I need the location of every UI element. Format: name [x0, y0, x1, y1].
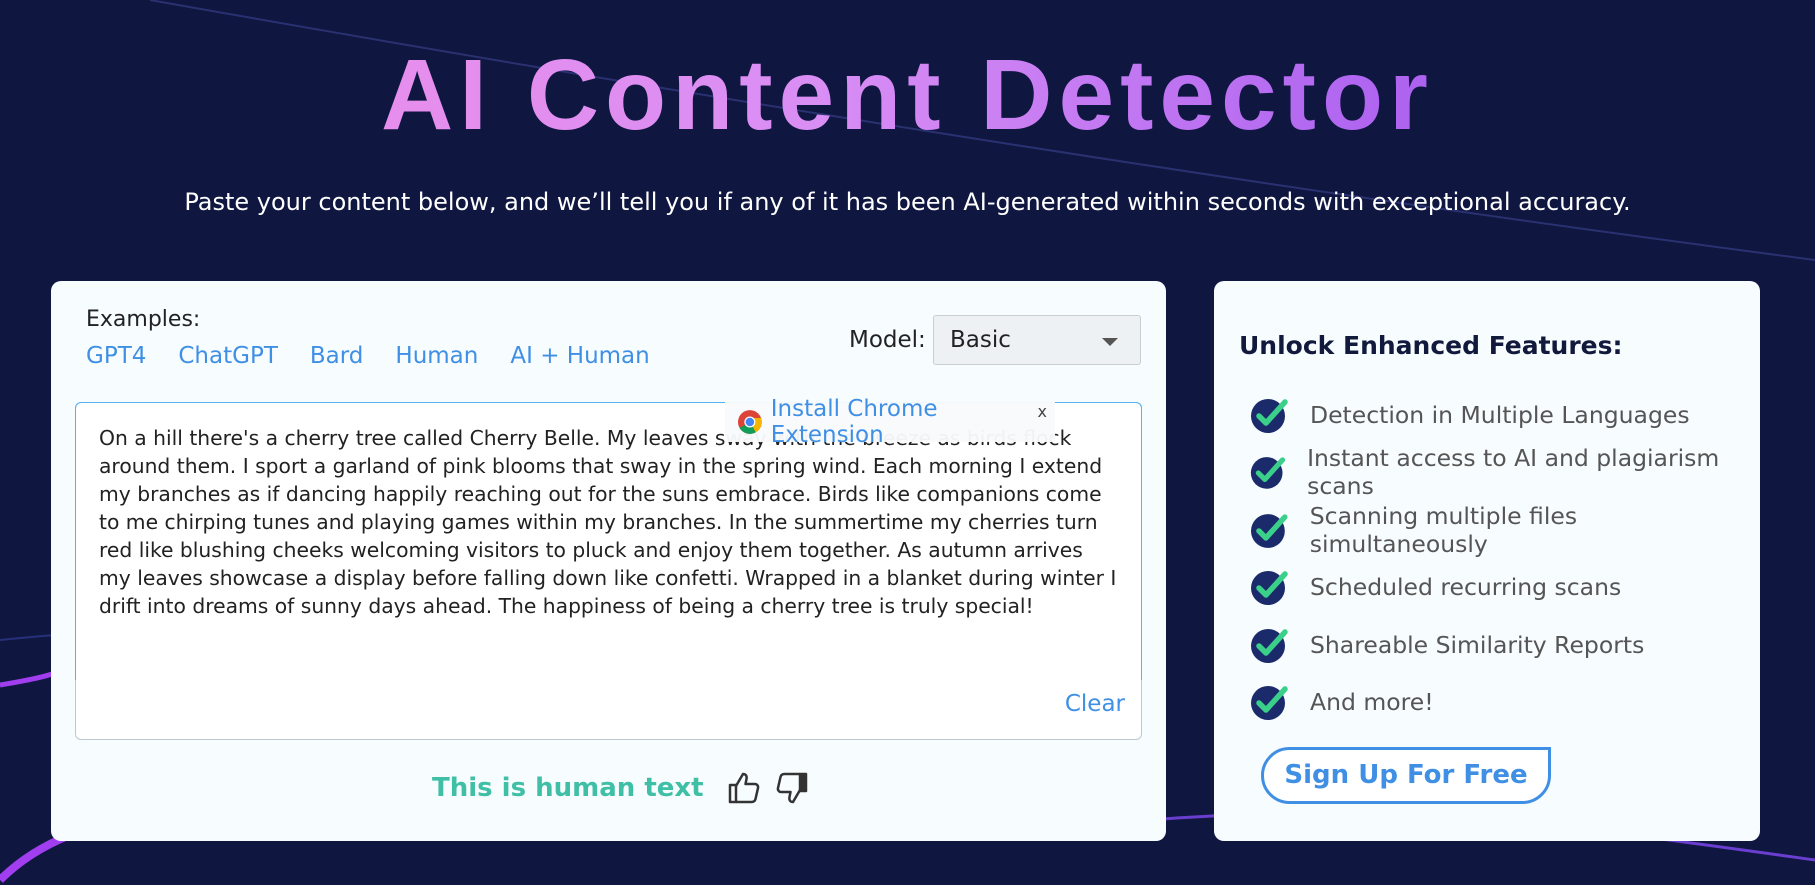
examples-list: GPT4 ChatGPT Bard Human AI + Human: [86, 343, 650, 369]
feature-item: Scanning multiple files simultaneously: [1249, 501, 1760, 559]
sign-up-button[interactable]: Sign Up For Free: [1261, 747, 1551, 804]
feature-label: Scanning multiple files simultaneously: [1309, 501, 1578, 558]
feature-item: Scheduled recurring scans: [1249, 559, 1760, 617]
feature-item: And more!: [1249, 674, 1760, 732]
feature-item: Instant access to AI and plagiarism scan…: [1249, 444, 1760, 502]
check-icon: [1251, 398, 1288, 433]
chrome-extension-banner[interactable]: Install Chrome Extension x: [725, 396, 1055, 448]
check-icon: [1251, 571, 1288, 606]
feature-label: And more!: [1310, 688, 1434, 717]
thumbs-down-icon[interactable]: [774, 770, 810, 806]
example-human-link[interactable]: Human: [395, 343, 478, 369]
example-ai-human-link[interactable]: AI + Human: [510, 343, 649, 369]
chrome-icon: [737, 410, 762, 434]
feature-label: Detection in Multiple Languages: [1310, 400, 1690, 429]
feature-label: Scheduled recurring scans: [1310, 573, 1622, 602]
feature-item: Detection in Multiple Languages: [1249, 386, 1760, 444]
check-icon: [1251, 686, 1288, 721]
example-gpt4-link[interactable]: GPT4: [86, 343, 146, 369]
model-select[interactable]: Basic: [933, 315, 1141, 365]
examples-label: Examples:: [86, 307, 201, 332]
caret-down-icon: [1102, 338, 1118, 346]
model-select-value: Basic: [950, 327, 1011, 353]
page-subtitle: Paste your content below, and we’ll tell…: [184, 188, 1631, 216]
detector-card: Examples: GPT4 ChatGPT Bard Human AI + H…: [51, 281, 1166, 841]
feature-item: Shareable Similarity Reports: [1249, 616, 1760, 674]
content-textarea[interactable]: On a hill there's a cherry tree called C…: [75, 402, 1142, 740]
check-icon: [1250, 457, 1286, 490]
model-label: Model:: [849, 327, 926, 353]
check-icon: [1251, 628, 1288, 663]
features-title: Unlock Enhanced Features:: [1239, 331, 1623, 360]
result-row: This is human text: [432, 770, 810, 806]
content-text[interactable]: On a hill there's a cherry tree called C…: [99, 424, 1119, 620]
features-card: Unlock Enhanced Features: Detection in M…: [1214, 281, 1760, 841]
chrome-extension-link[interactable]: Install Chrome Extension: [771, 396, 1055, 448]
feature-label: Instant access to AI and plagiarism scan…: [1307, 444, 1720, 501]
check-icon: [1250, 513, 1288, 548]
thumbs-up-icon[interactable]: [726, 770, 762, 806]
example-chatgpt-link[interactable]: ChatGPT: [178, 343, 278, 369]
close-icon[interactable]: x: [1038, 402, 1047, 421]
page-title: AI Content Detector: [0, 38, 1815, 153]
feature-label: Shareable Similarity Reports: [1310, 630, 1645, 659]
example-bard-link[interactable]: Bard: [310, 343, 364, 369]
features-list: Detection in Multiple Languages Instant …: [1249, 386, 1760, 731]
clear-button[interactable]: Clear: [1065, 691, 1125, 717]
result-text: This is human text: [432, 773, 704, 803]
